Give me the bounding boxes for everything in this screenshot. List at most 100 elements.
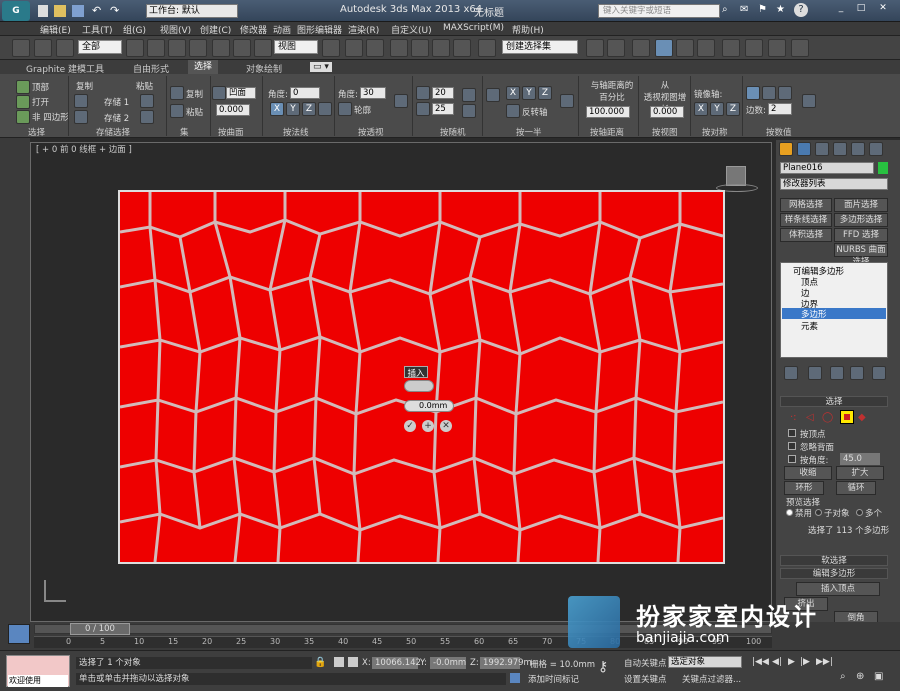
select-object-icon[interactable] (126, 39, 144, 57)
time-slider-thumb[interactable]: 0 / 100 (70, 623, 130, 635)
make-unique-icon[interactable] (830, 366, 844, 380)
mirror-z-button[interactable]: Z (726, 102, 740, 116)
random-grow-icon[interactable] (462, 88, 476, 102)
goto-end-icon[interactable]: ▶▶| (816, 657, 833, 667)
half-x-button[interactable]: X (506, 86, 520, 100)
pivot-center-icon[interactable] (322, 39, 340, 57)
selection-rollout-header[interactable]: 选择 (780, 396, 888, 407)
outline-label[interactable]: 轮廓 (354, 104, 371, 116)
set-key-label[interactable]: 设置关键点 (624, 673, 667, 685)
create-tab-icon[interactable] (779, 142, 793, 156)
stack-item-element[interactable]: 元素 (801, 320, 818, 332)
menu-tools[interactable]: 工具(T) (82, 23, 113, 36)
normal-angle-field[interactable]: 0 (290, 87, 320, 99)
ffd-select-button[interactable]: FFD 选择 (834, 228, 888, 242)
transform-type-in-icon[interactable] (348, 657, 358, 667)
open-icon[interactable] (16, 95, 30, 109)
show-end-result-icon[interactable] (808, 366, 822, 380)
preview-off-radio[interactable] (786, 509, 793, 516)
object-name-field[interactable]: Plane016 (780, 162, 874, 174)
surface-value-field[interactable]: 0.000 (216, 104, 250, 116)
menu-graph-editors[interactable]: 图形编辑器 (297, 23, 342, 36)
snaps-toggle-icon[interactable] (390, 39, 408, 57)
ribbon-top-label[interactable]: 顶部 (32, 81, 49, 93)
workspace-dropdown[interactable]: 工作台: 默认 (146, 4, 238, 18)
caddy-ok-icon[interactable]: ✓ (404, 420, 416, 432)
half-y-button[interactable]: Y (522, 86, 536, 100)
ribbon-options-icon[interactable]: ▭ ▾ (310, 62, 332, 72)
graphite-toggle-icon[interactable] (655, 39, 673, 57)
numeric-go-icon[interactable] (802, 94, 816, 108)
configure-sets-icon[interactable] (872, 366, 886, 380)
modifier-stack[interactable]: 可编辑多边形 顶点 边 边界 多边形 元素 (780, 262, 888, 358)
curve-editor-icon[interactable] (676, 39, 694, 57)
viewport-label[interactable]: [ + 0 前 0 线框 + 边面 ] (36, 143, 132, 155)
binoculars-icon[interactable]: ⌕ (722, 4, 728, 15)
subobj-polygon-icon[interactable] (840, 410, 854, 424)
store1-copy-icon[interactable] (74, 94, 88, 108)
align-icon[interactable] (607, 39, 625, 57)
angle-snap-icon[interactable] (411, 39, 429, 57)
selection-filter-dropdown[interactable]: 全部 (78, 40, 122, 54)
reverse-axis-label[interactable]: 反转轴 (522, 106, 548, 118)
random-pct-field[interactable]: 25 (432, 103, 454, 115)
maximize-button[interactable]: □ (852, 3, 870, 17)
communication-icon[interactable]: ⚑ (758, 4, 767, 15)
viewcube[interactable] (726, 166, 746, 186)
modify-tab-icon[interactable] (797, 142, 811, 156)
menu-rendering[interactable]: 渲染(R) (348, 23, 379, 36)
mirror-icon[interactable] (586, 39, 604, 57)
preview-subobj-radio[interactable] (815, 509, 822, 516)
key-filters-label[interactable]: 关键点过滤器... (682, 673, 741, 685)
auto-key-label[interactable]: 自动关键点 (624, 657, 667, 669)
patch-select-button[interactable]: 面片选择 (834, 198, 888, 212)
prev-frame-icon[interactable]: ◀| (772, 657, 782, 667)
subobj-vertex-icon[interactable]: ·: (790, 412, 797, 423)
next-frame-icon[interactable]: |▶ (800, 657, 810, 667)
vol-select-button[interactable]: 体积选择 (780, 228, 832, 242)
insert-vertex-button[interactable]: 插入顶点 (796, 582, 880, 596)
copy-label[interactable]: 复制 (76, 80, 93, 92)
help-icon[interactable]: ? (794, 3, 808, 17)
reverse-axis-icon[interactable] (506, 104, 520, 118)
rendered-frame-icon[interactable] (768, 39, 786, 57)
spline-select-button[interactable]: 样条线选择 (780, 213, 832, 227)
key-mode-dropdown[interactable]: 选定对象 (668, 656, 742, 668)
percent-snap-icon[interactable] (432, 39, 450, 57)
menu-maxscript[interactable]: MAXScript(M) (443, 23, 504, 33)
mirror-y-button[interactable]: Y (710, 102, 724, 116)
random-shrink-icon[interactable] (462, 104, 476, 118)
select-rotate-icon[interactable] (233, 39, 251, 57)
pin-stack-icon[interactable] (784, 366, 798, 380)
ref-coord-dropdown[interactable]: 视图 (274, 40, 318, 54)
remove-modifier-icon[interactable] (850, 366, 864, 380)
grow-button[interactable]: 扩大 (836, 466, 884, 480)
concave-icon[interactable] (212, 86, 226, 100)
subobj-edge-icon[interactable]: ◁ (806, 412, 814, 423)
store2-copy-icon[interactable] (74, 110, 88, 124)
caddy-cancel-icon[interactable]: ✕ (440, 420, 452, 432)
pivot-dist-field[interactable]: 100.000 (586, 106, 630, 118)
paste-set-label[interactable]: 粘贴 (186, 106, 203, 118)
axis-x-button[interactable]: X (270, 102, 284, 116)
close-button[interactable]: ✕ (872, 3, 894, 17)
display-tab-icon[interactable] (851, 142, 865, 156)
panel-selection[interactable]: 选择 (28, 126, 45, 138)
half-select-icon[interactable] (486, 88, 500, 102)
menu-customize[interactable]: 自定义(U) (391, 23, 432, 36)
y-coord-field[interactable]: -0.0mm (430, 657, 466, 669)
menu-views[interactable]: 视图(V) (160, 23, 191, 36)
select-move-icon[interactable] (212, 39, 230, 57)
random-count-field[interactable]: 20 (432, 87, 454, 99)
unlink-icon[interactable] (34, 39, 52, 57)
flip-normal-icon[interactable] (318, 102, 332, 116)
preview-multi-radio[interactable] (856, 509, 863, 516)
numeric-select-icon[interactable] (746, 86, 760, 100)
poly-select-button[interactable]: 多边形选择 (834, 213, 888, 227)
modifier-list-dropdown[interactable]: 修改器列表 (780, 178, 888, 190)
menu-animation[interactable]: 动画 (273, 23, 291, 36)
numeric-less-icon[interactable] (778, 86, 792, 100)
mesh-select-button[interactable]: 网格选择 (780, 198, 832, 212)
redo-icon[interactable]: ↷ (110, 4, 119, 17)
subobj-border-icon[interactable]: ◯ (822, 412, 833, 423)
